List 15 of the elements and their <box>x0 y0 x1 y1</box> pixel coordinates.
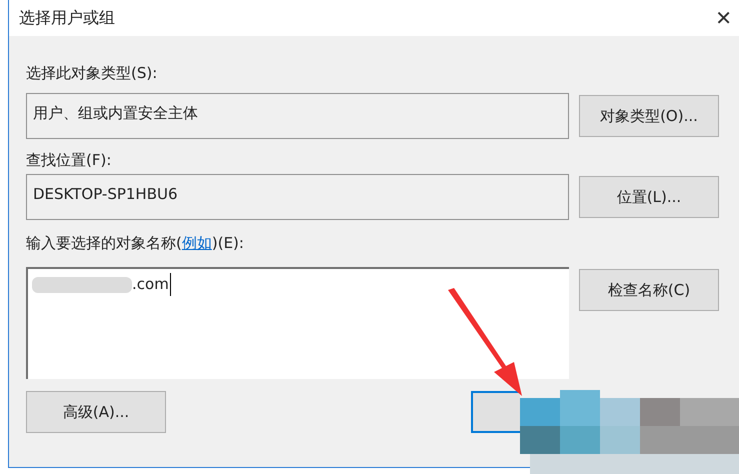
location-field: DESKTOP-SP1HBU6 <box>26 174 569 220</box>
advanced-button[interactable]: 高级(A)... <box>26 391 166 433</box>
close-button[interactable]: ✕ <box>715 8 732 28</box>
locations-button[interactable]: 位置(L)... <box>579 176 719 218</box>
ok-button[interactable] <box>471 391 520 433</box>
window-title: 选择用户或组 <box>19 7 115 29</box>
field-label: 选择此对象类型(S): <box>26 63 158 84</box>
field-label: 输入要选择的对象名称(例如)(E): <box>26 233 245 254</box>
check-names-button[interactable]: 检查名称(C) <box>579 269 719 311</box>
field-value: .com <box>132 273 171 296</box>
object-type-field: 用户、组或内置安全主体 <box>26 93 569 139</box>
examples-link[interactable]: 例如 <box>182 234 212 252</box>
object-types-button[interactable]: 对象类型(O)... <box>579 95 719 137</box>
field-label: 查找位置(F): <box>26 150 112 171</box>
object-names-field[interactable]: .com <box>26 267 569 379</box>
